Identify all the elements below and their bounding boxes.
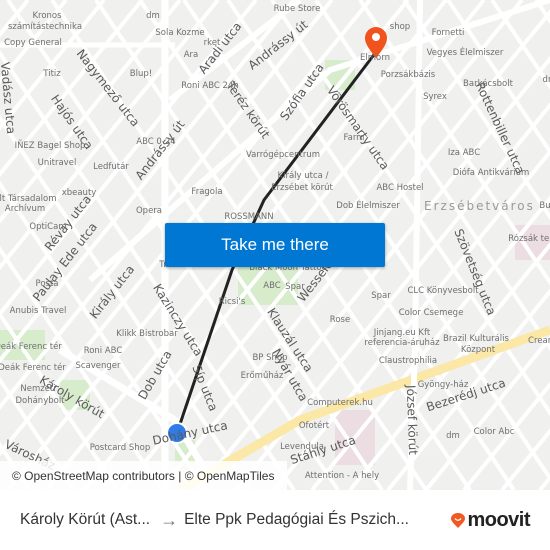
poi-label: rket [203, 38, 221, 48]
poi-label: Cream [528, 336, 550, 346]
poi-label: Roni ABC 24h [181, 81, 239, 91]
poi-label: Dob Élelmiszer [336, 201, 400, 211]
poi-label: xbeauty [61, 188, 97, 198]
poi-label: ABC [263, 281, 281, 291]
poi-label: Rose [329, 315, 351, 325]
poi-label: Erzsébet körút [271, 183, 333, 193]
poi-label: Vegyes Élelmiszer [426, 48, 504, 58]
poi-label: Rube Store [273, 4, 321, 14]
poi-label: Syrex [423, 92, 447, 102]
take-me-there-button[interactable]: Take me there [165, 223, 385, 267]
poi-label: Deák Ferenc tér [0, 363, 66, 373]
arrow-right-icon: → [160, 509, 179, 530]
poi-label: Archívum [4, 204, 46, 214]
poi-label: Ara [183, 50, 199, 60]
poi-label: Roni ABC [83, 346, 123, 356]
poi-label: Scavenger [75, 361, 121, 371]
poi-label: Porzsákbázis [380, 70, 436, 80]
poi-label: referencia-áruház [364, 338, 440, 348]
poi-label: Nemzeti [20, 384, 56, 394]
poi-label: Fragola [191, 187, 223, 197]
poi-label: Farm [343, 133, 365, 143]
poi-label: Brazil Kulturális [443, 334, 509, 344]
poi-label: Color Csemege [398, 308, 464, 318]
poi-label: Computerek.hu [307, 398, 373, 408]
poi-label: Spar [371, 291, 391, 301]
poi-label: Kronos [32, 11, 62, 21]
poi-label: Blup! [129, 69, 153, 79]
poi-label: Erőműház [240, 371, 284, 381]
poi-label: Dohánybolt [15, 396, 65, 406]
poi-label: Copy General [4, 38, 62, 48]
origin-label: Károly Körút (Ast... [20, 511, 151, 528]
poi-label: Spar [285, 282, 305, 292]
poi-label: Ofotért [298, 421, 330, 431]
poi-label: Posta [35, 279, 59, 289]
moovit-logo[interactable]: moovit [451, 509, 530, 532]
poi-label: Opera [135, 206, 163, 216]
poi-label: Deák Ferenc tér [0, 342, 62, 352]
district-label: Erzsébetváros [424, 199, 535, 213]
poi-label: Anubis Travel [9, 306, 67, 316]
poi-label: ABC Hostel [376, 183, 424, 193]
poi-label: Klikk Bistrobar [116, 329, 178, 339]
poi-label: Ledfutár [93, 162, 129, 172]
poi-label: Diófa Antikvárium [452, 168, 530, 178]
poi-label: CLC Könyvesbolt [407, 286, 479, 296]
poi-label: shop [389, 22, 411, 32]
poi-label: ROSSMANN [224, 212, 274, 222]
poi-label: Jinjang.eu Kft [373, 328, 431, 338]
poi-label: Király utca / [277, 171, 329, 181]
poi-label: Gyöngy-ház [417, 380, 469, 390]
poi-label: Postcard Shop [89, 443, 151, 453]
poi-label: dm [146, 11, 160, 21]
moovit-wordmark: moovit [467, 509, 530, 531]
poi-label: dr [542, 75, 550, 85]
poi-label: Iza ABC [447, 148, 481, 158]
poi-label: Sola Kozme [155, 28, 205, 38]
poi-label: Fornetti [431, 28, 465, 38]
poi-label: Unitravel [37, 158, 77, 168]
poi-label: Claustrophilia [378, 356, 438, 366]
poi-label: Varrógépcentrum [245, 150, 321, 160]
poi-label: Bu [539, 201, 550, 211]
poi-label: IÑEZ Bagel Shop [14, 141, 86, 151]
route-footer: Károly Körút (Ast... → Elte Ppk Pedagógi… [0, 490, 550, 550]
poi-label: Ricsi's [218, 297, 246, 307]
poi-label: Titiz [43, 69, 61, 79]
poi-label: Barkácsbolt [463, 79, 513, 89]
poi-label: dm [446, 431, 460, 441]
poi-label: Levendula [280, 442, 324, 452]
poi-label: BP Shop [252, 353, 288, 363]
moovit-pin-icon [451, 513, 466, 528]
poi-label: ABC 0-24 [136, 137, 176, 147]
poi-label: Color Abc [473, 427, 515, 437]
poi-label: Attention - A hely [304, 471, 380, 481]
poi-label: lt Társadalom [0, 194, 57, 204]
poi-label: OptiCam [29, 222, 67, 232]
poi-label: Rózsák tere [508, 234, 550, 244]
map-attribution[interactable]: © OpenStreetMap contributors | © OpenMap… [0, 461, 287, 490]
poi-label: számítástechnika [7, 22, 83, 32]
map-canvas[interactable]: Nagymező utca Vadász utca Hajós utca Aradi … [0, 0, 550, 490]
destination-label: Elte Ppk Pedagógiai És Pszich... [184, 511, 409, 528]
poi-label: Központ [460, 345, 496, 355]
poi-label: Elmorn [360, 53, 390, 63]
street-label: József körút [403, 384, 421, 456]
